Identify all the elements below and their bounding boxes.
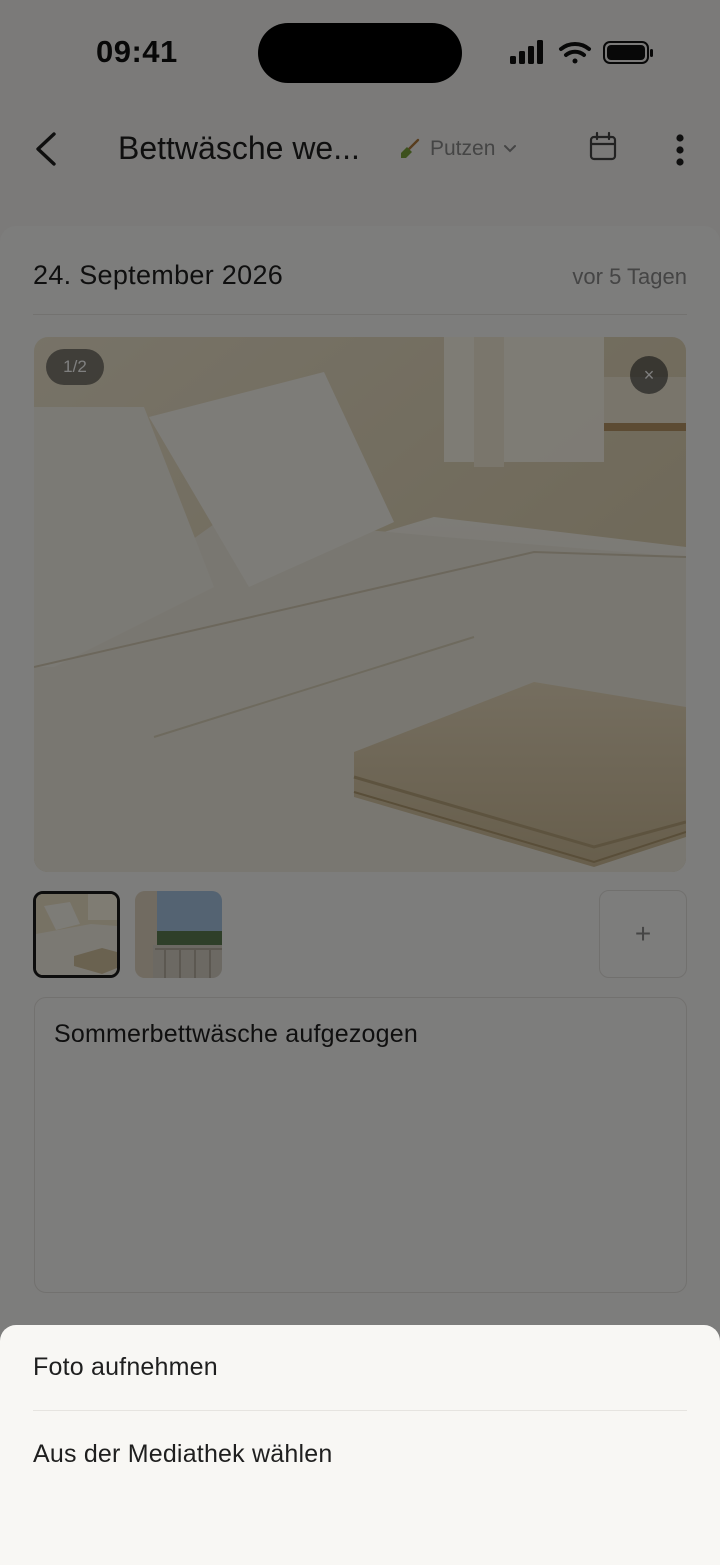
take-photo-option[interactable]: Foto aufnehmen	[33, 1353, 218, 1382]
photo-source-action-sheet: Foto aufnehmen Aus der Mediathek wählen	[0, 1325, 720, 1565]
choose-from-library-option[interactable]: Aus der Mediathek wählen	[33, 1440, 332, 1469]
divider	[33, 1410, 687, 1411]
